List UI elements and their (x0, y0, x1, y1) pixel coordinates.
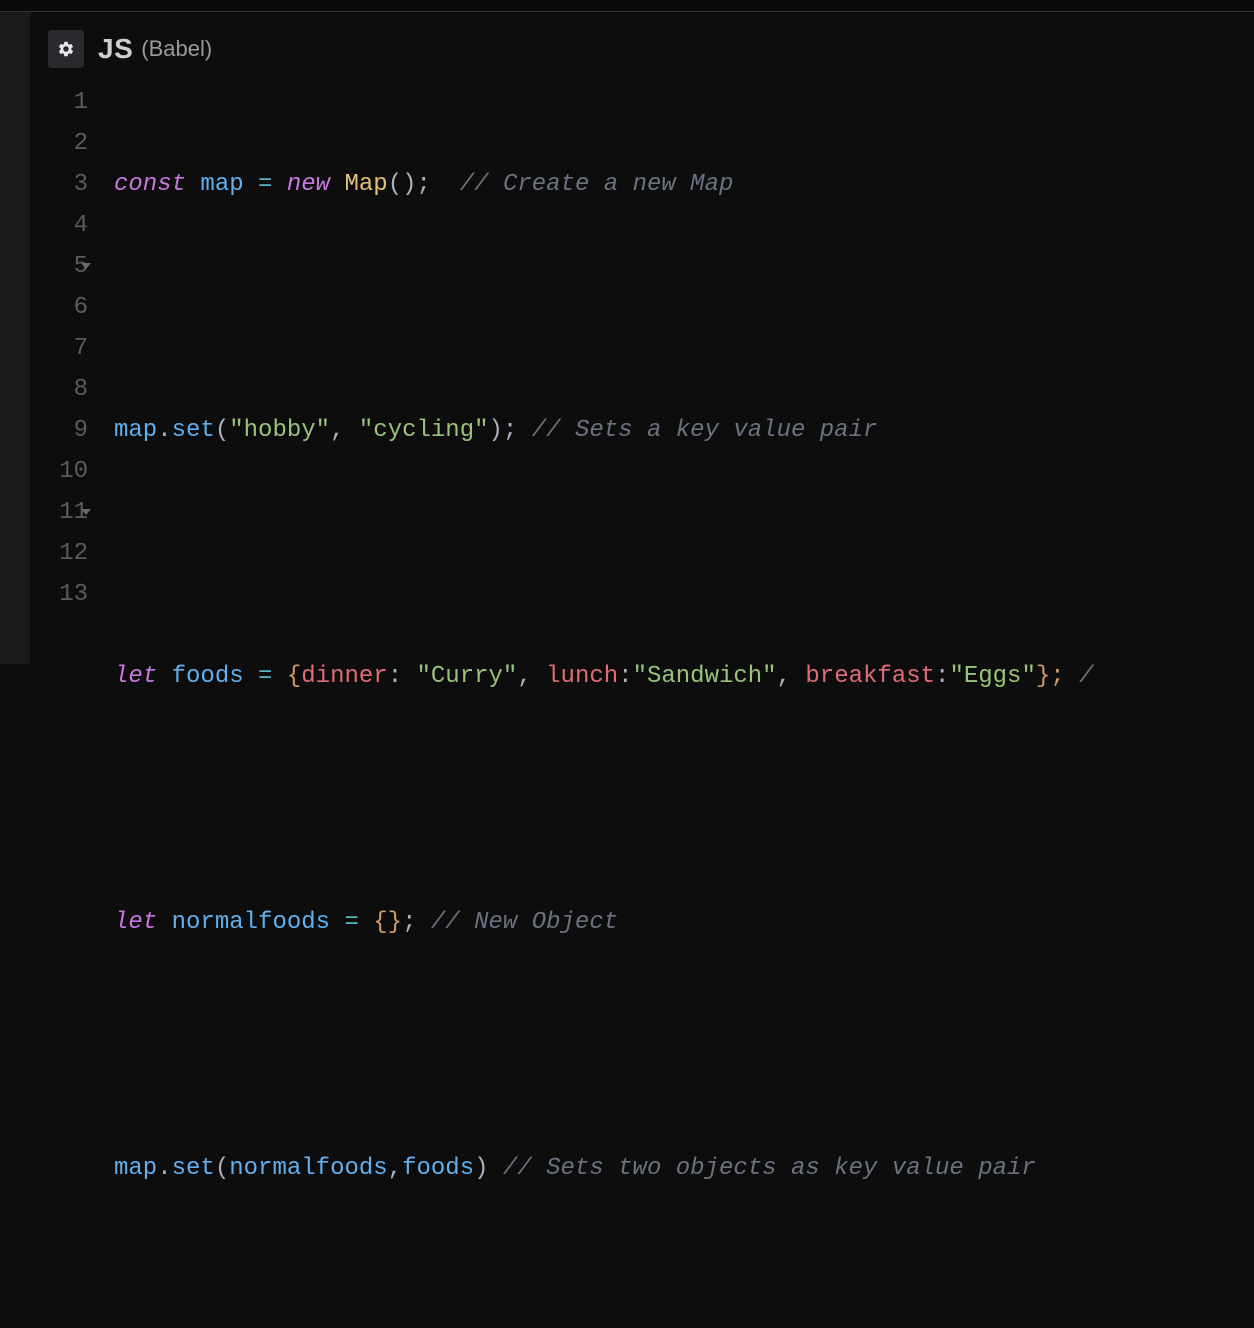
code-line: const map = new Map(); // Create a new M… (114, 164, 1093, 205)
editor-pane: JS (Babel) 1 2 3 4 5 6 7 8 9 10 11 12 13… (30, 12, 1254, 1328)
sidebar-strip (0, 12, 30, 664)
line-number: 10 (30, 451, 88, 492)
code-line: map.set("hobby", "cycling"); // Sets a k… (114, 410, 1093, 451)
code-line (114, 287, 1093, 328)
code-content[interactable]: const map = new Map(); // Create a new M… (94, 82, 1093, 1328)
line-number: 7 (30, 328, 88, 369)
settings-button[interactable] (48, 30, 84, 68)
panel-header: JS (Babel) (30, 30, 1254, 82)
code-editor[interactable]: 1 2 3 4 5 6 7 8 9 10 11 12 13 const map … (30, 82, 1254, 1328)
line-gutter: 1 2 3 4 5 6 7 8 9 10 11 12 13 (30, 82, 94, 1328)
line-number: 11 (30, 492, 88, 533)
panel-title-preprocessor: (Babel) (141, 36, 212, 62)
line-number: 5 (30, 246, 88, 287)
gear-icon (57, 40, 75, 58)
code-line (114, 779, 1093, 820)
line-number: 13 (30, 574, 88, 615)
line-number: 9 (30, 410, 88, 451)
line-number: 3 (30, 164, 88, 205)
code-line: map.set(normalfoods,foods) // Sets two o… (114, 1148, 1093, 1189)
line-number: 8 (30, 369, 88, 410)
line-number: 6 (30, 287, 88, 328)
code-line: let normalfoods = {}; // New Object (114, 902, 1093, 943)
code-line (114, 533, 1093, 574)
fold-icon[interactable] (81, 509, 91, 515)
window-top-bar (0, 0, 1254, 12)
fold-icon[interactable] (81, 263, 91, 269)
line-number: 12 (30, 533, 88, 574)
code-line: let foods = {dinner: "Curry", lunch:"San… (114, 656, 1093, 697)
line-number: 2 (30, 123, 88, 164)
code-line (114, 1271, 1093, 1312)
code-line (114, 1025, 1093, 1066)
line-number: 4 (30, 205, 88, 246)
panel-title-lang: JS (98, 33, 133, 65)
line-number: 1 (30, 82, 88, 123)
